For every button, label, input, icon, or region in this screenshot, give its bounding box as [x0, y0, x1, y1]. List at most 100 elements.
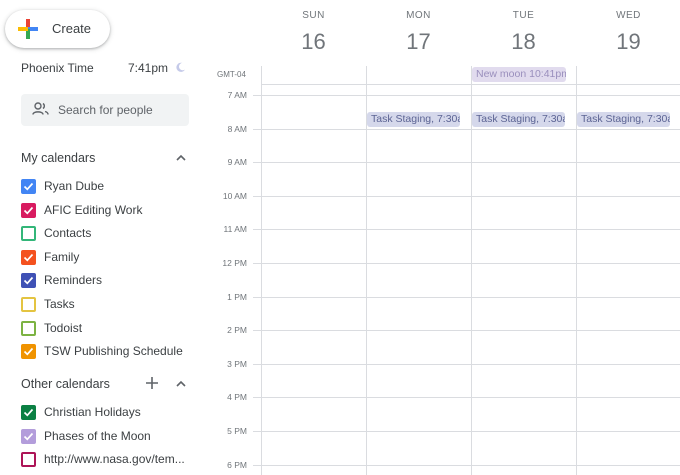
- day-of-week: TUE: [512, 10, 535, 21]
- hour-line: [253, 229, 680, 230]
- hour-line: [253, 431, 680, 432]
- calendar-checkbox[interactable]: [21, 320, 36, 336]
- hour-label: 4 PM: [227, 392, 247, 402]
- calendar-label: Christian Holidays: [44, 405, 141, 419]
- day-of-week: MON: [406, 10, 431, 21]
- create-button[interactable]: Create: [5, 10, 110, 48]
- checkmark-icon: [23, 182, 34, 191]
- week-grid: SUN 16 MON 17 TUE 18 WED 19 GMT-04 7 AM 8 AM 9 AM…: [205, 0, 680, 475]
- all-day-event[interactable]: New moon 10:41pm: [472, 67, 566, 82]
- checkmark-icon: [23, 206, 34, 215]
- day-header-sun: SUN 16: [261, 0, 366, 68]
- hour-line: [253, 95, 680, 96]
- hour-label: 2 PM: [227, 325, 247, 335]
- timed-event[interactable]: Task Staging, 7:30am: [472, 112, 565, 127]
- my-calendar-item[interactable]: Tasks: [21, 294, 201, 314]
- checkmark-icon: [23, 253, 34, 262]
- my-calendar-item[interactable]: AFIC Editing Work: [21, 200, 201, 220]
- hour-label: 10 AM: [222, 191, 247, 201]
- hour-label: 5 PM: [227, 426, 247, 436]
- hour-label: 3 PM: [227, 359, 247, 369]
- other-calendar-item[interactable]: Christian Holidays: [21, 402, 201, 422]
- hour-line: [253, 263, 680, 264]
- calendar-label: Ryan Dube: [44, 179, 105, 193]
- chevron-up-icon[interactable]: [175, 152, 187, 164]
- hour-label: 9 AM: [227, 157, 247, 167]
- my-calendar-item[interactable]: TSW Publishing Schedule: [21, 341, 201, 361]
- calendar-label: TSW Publishing Schedule: [44, 344, 183, 359]
- day-header-mon: MON 17: [366, 0, 471, 68]
- day-header-tue: TUE 18: [471, 0, 576, 68]
- calendar-label: Contacts: [44, 226, 92, 241]
- sidebar: Create Phoenix Time 7:41pm Search for pe…: [0, 0, 205, 475]
- calendar-checkbox[interactable]: [21, 273, 36, 289]
- my-calendars-header[interactable]: My calendars: [21, 149, 191, 169]
- other-calendars-title: Other calendars: [21, 377, 110, 391]
- timed-event[interactable]: Task Staging, 7:30am: [367, 112, 460, 127]
- column-divider: [471, 66, 472, 475]
- hour-label: 7 AM: [227, 90, 247, 100]
- hour-line: [253, 297, 680, 298]
- column-divider: [261, 66, 262, 475]
- create-label: Create: [52, 21, 92, 36]
- hour-line: [253, 129, 680, 130]
- hour-line: [253, 364, 680, 365]
- my-calendars-title: My calendars: [21, 151, 96, 165]
- calendar-label: http://www.nasa.gov/tem...: [44, 452, 185, 467]
- my-calendar-item[interactable]: Contacts: [21, 223, 201, 243]
- search-people-input[interactable]: Search for people: [21, 94, 189, 126]
- day-of-week: WED: [616, 10, 641, 21]
- day-number[interactable]: 19: [576, 29, 680, 55]
- calendar-checkbox[interactable]: [21, 344, 36, 360]
- all-day-divider: [261, 84, 680, 85]
- search-people-placeholder: Search for people: [58, 103, 153, 117]
- calendar-label: Todoist: [44, 320, 83, 335]
- hour-label: 6 PM: [227, 460, 247, 470]
- my-calendar-item[interactable]: Reminders: [21, 270, 201, 290]
- hour-line: [253, 196, 680, 197]
- timezone-name: Phoenix Time: [21, 61, 94, 75]
- timezone-time: 7:41pm: [128, 61, 169, 75]
- hour-line: [253, 397, 680, 398]
- my-calendar-item[interactable]: Ryan Dube: [21, 176, 201, 196]
- my-calendar-item[interactable]: Family: [21, 247, 201, 267]
- other-calendars-header[interactable]: Other calendars: [21, 375, 191, 395]
- day-header-wed: WED 19: [576, 0, 680, 68]
- calendar-checkbox[interactable]: [21, 297, 36, 312]
- my-calendar-item[interactable]: Todoist: [21, 318, 201, 338]
- timed-event[interactable]: Task Staging, 7:30am: [577, 112, 670, 127]
- calendar-checkbox[interactable]: [21, 452, 36, 468]
- calendar-label: Tasks: [44, 297, 75, 311]
- day-number[interactable]: 18: [471, 29, 576, 55]
- hour-line: [253, 162, 680, 163]
- other-calendar-item[interactable]: http://www.nasa.gov/tem...: [21, 449, 201, 469]
- day-of-week: SUN: [302, 10, 325, 21]
- day-number[interactable]: 16: [261, 29, 366, 55]
- checkmark-icon: [23, 277, 34, 285]
- column-divider: [576, 66, 577, 475]
- hour-label: 12 PM: [222, 258, 247, 268]
- calendar-checkbox[interactable]: [21, 179, 36, 194]
- calendar-app: Create Phoenix Time 7:41pm Search for pe…: [0, 0, 680, 475]
- hour-line: [253, 465, 680, 466]
- calendar-checkbox[interactable]: [21, 405, 36, 420]
- people-icon: [32, 102, 49, 115]
- checkmark-icon: [23, 348, 34, 356]
- checkmark-icon: [23, 432, 34, 441]
- calendar-checkbox[interactable]: [21, 249, 36, 265]
- calendar-label: Phases of the Moon: [44, 428, 151, 443]
- calendar-checkbox[interactable]: [21, 226, 36, 242]
- calendar-checkbox[interactable]: [21, 202, 36, 218]
- checkmark-icon: [23, 408, 34, 417]
- timezone-clock: Phoenix Time 7:41pm: [21, 61, 191, 77]
- calendar-label: Reminders: [44, 273, 103, 288]
- chevron-up-icon[interactable]: [175, 378, 187, 390]
- hour-label: 11 AM: [223, 224, 247, 234]
- add-calendar-icon[interactable]: [145, 376, 159, 390]
- hour-label: 8 AM: [227, 124, 247, 134]
- other-calendar-item[interactable]: Phases of the Moon: [21, 426, 201, 446]
- day-number[interactable]: 17: [366, 29, 471, 55]
- calendar-checkbox[interactable]: [21, 428, 36, 444]
- calendar-label: AFIC Editing Work: [44, 202, 143, 217]
- timezone-offset-label: GMT-04: [217, 70, 246, 79]
